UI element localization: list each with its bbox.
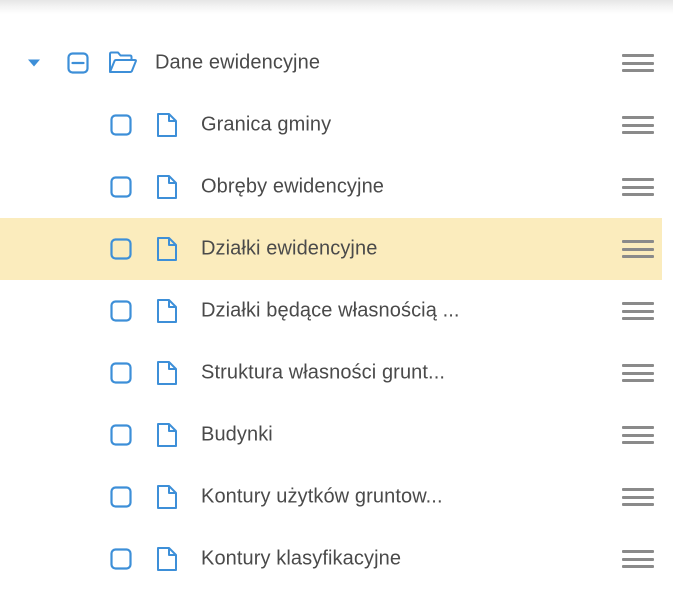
hamburger-menu-icon[interactable] [622,238,654,260]
hamburger-menu-icon[interactable] [622,548,654,570]
empty-square-icon[interactable] [110,486,132,508]
hamburger-menu-icon[interactable] [622,176,654,198]
hamburger-menu-icon[interactable] [622,424,654,446]
tree-row-label: Działki ewidencyjne [201,237,378,260]
tree-row-label: Struktura własności grunt... [201,361,446,384]
tree-row-label: Granica gminy [201,113,332,136]
file-icon [156,546,178,572]
tree-row-label: Budynki [201,423,273,446]
top-shadow [0,0,673,14]
tree-row-granica-gminy[interactable]: Granica gminy [0,94,662,156]
file-icon [156,422,178,448]
file-icon [156,112,178,138]
folder-open-icon [108,50,138,76]
tree-row-label: Kontury klasyfikacyjne [201,547,402,570]
empty-square-icon[interactable] [110,300,132,322]
hamburger-menu-icon[interactable] [622,486,654,508]
layer-tree: Dane ewidencyjne Granica gminy Obręby ew… [0,32,673,590]
tree-row-struktura-wlasnosci[interactable]: Struktura własności grunt... [0,342,662,404]
tree-row-label: Działki będące własnością ... [201,299,460,322]
hamburger-menu-icon[interactable] [622,300,654,322]
tree-row-dzialki-bedace-wlasnoscia[interactable]: Działki będące własnością ... [0,280,662,342]
tree-row-label: Kontury użytków gruntow... [201,485,443,508]
tree-row-budynki[interactable]: Budynki [0,404,662,466]
tree-row-dzialki-ewidencyjne[interactable]: Działki ewidencyjne [0,218,662,280]
tree-row-obreby-ewidencyjne[interactable]: Obręby ewidencyjne [0,156,662,218]
file-icon [156,360,178,386]
tree-row-dane-ewidencyjne[interactable]: Dane ewidencyjne [0,32,662,94]
tree-row-label: Obręby ewidencyjne [201,175,385,198]
empty-square-icon[interactable] [110,114,132,136]
hamburger-menu-icon[interactable] [622,114,654,136]
empty-square-icon[interactable] [110,176,132,198]
empty-square-icon[interactable] [110,362,132,384]
tree-row-kontury-uzytkow[interactable]: Kontury użytków gruntow... [0,466,662,528]
hamburger-menu-icon[interactable] [622,52,654,74]
caret-down-icon[interactable] [26,55,42,71]
file-icon [156,298,178,324]
hamburger-menu-icon[interactable] [622,362,654,384]
empty-square-icon[interactable] [110,424,132,446]
file-icon [156,174,178,200]
minus-square-icon[interactable] [67,52,89,74]
tree-row-kontury-klasyfikacyjne[interactable]: Kontury klasyfikacyjne [0,528,662,590]
file-icon [156,236,178,262]
empty-square-icon[interactable] [110,548,132,570]
empty-square-icon[interactable] [110,238,132,260]
file-icon [156,484,178,510]
tree-row-label: Dane ewidencyjne [155,51,321,74]
